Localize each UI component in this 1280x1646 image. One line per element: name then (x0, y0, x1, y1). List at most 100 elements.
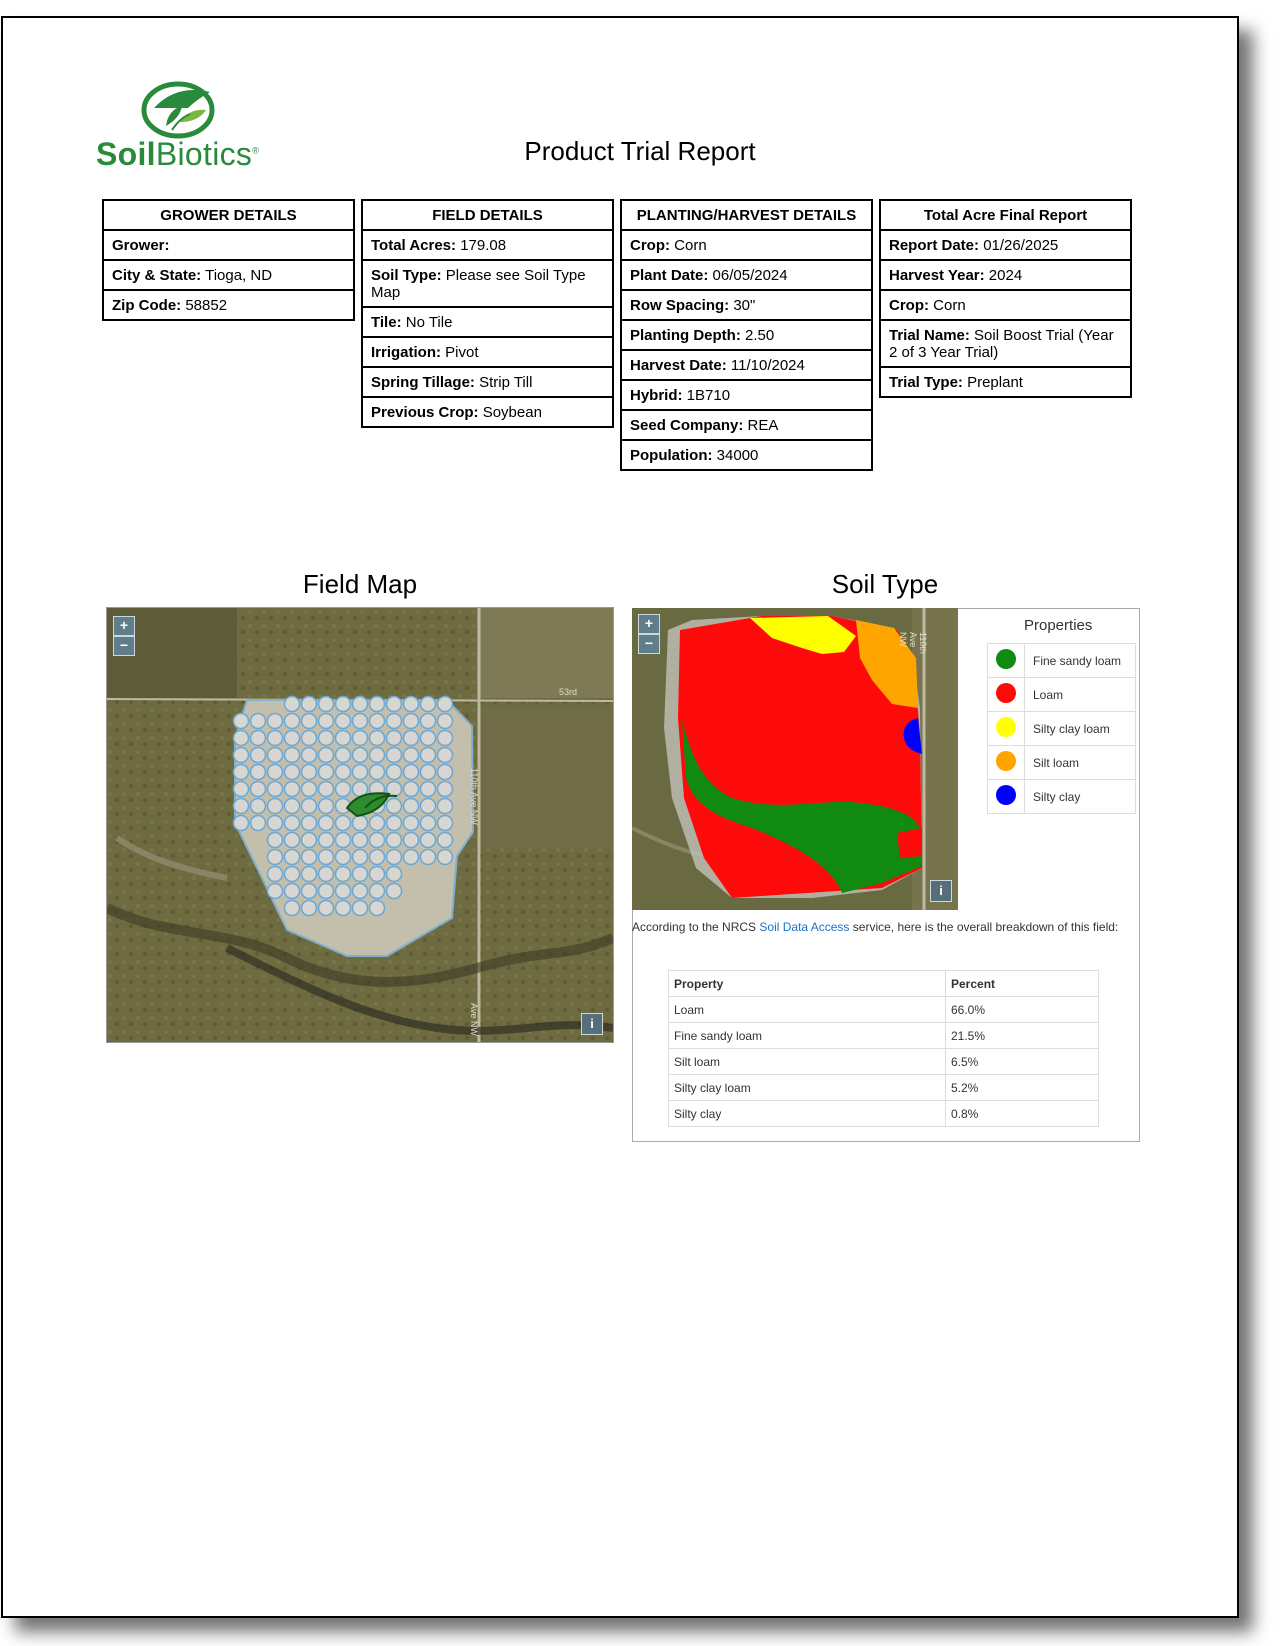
pivot-circle (419, 712, 437, 730)
pivot-circle (317, 797, 335, 815)
pivot-circle (334, 746, 352, 764)
pivot-circle (385, 763, 403, 781)
page-title: Product Trial Report (524, 136, 756, 166)
pivot-circle (402, 712, 420, 730)
pivot-circle (351, 865, 369, 883)
pivot-circle (266, 831, 284, 849)
pivot-circle (385, 797, 403, 815)
pivot-circle (368, 746, 386, 764)
pivot-circle (317, 899, 335, 917)
pivot-circle (300, 814, 318, 832)
legend-item: Silty clay (987, 779, 1136, 814)
soil-type-map[interactable]: 110th Ave NW + − i (632, 608, 958, 910)
zoom-in-button[interactable]: + (113, 616, 135, 636)
pivot-circle (334, 712, 352, 730)
pivot-circle (419, 831, 437, 849)
pivot-circle (351, 763, 369, 781)
pivot-circle (368, 882, 386, 900)
zip-code-row: Zip Code: 58852 (102, 289, 355, 321)
logo-wordmark: SoilBiotics® (96, 136, 260, 172)
pivot-circle (436, 746, 454, 764)
pivot-circle (419, 695, 437, 713)
pivot-circle (300, 695, 318, 713)
pivot-circle (317, 882, 335, 900)
pivot-circle (266, 882, 284, 900)
pivot-circle (300, 763, 318, 781)
soil-legend: Fine sandy loam Loam Silty clay loam Sil… (987, 643, 1136, 814)
pivot-circle (283, 865, 301, 883)
irrigation-row: Irrigation: Pivot (361, 336, 614, 368)
field-map[interactable]: 53rd 110th Ave NW Ave NW + − i (106, 607, 614, 1043)
field-map-imagery (107, 608, 613, 1042)
planting-depth-row: Planting Depth: 2.50 (620, 319, 873, 351)
legend-item: Silty clay loam (987, 711, 1136, 746)
planting-harvest-table: PLANTING/HARVEST DETAILS Crop: Corn Plan… (620, 199, 873, 471)
pivot-circle (368, 712, 386, 730)
pivot-circle (334, 899, 352, 917)
pivot-circle (249, 729, 267, 747)
pivot-circle (317, 695, 335, 713)
pivot-circle (368, 729, 386, 747)
harvest-date-row: Harvest Date: 11/10/2024 (620, 349, 873, 381)
legend-swatch (996, 751, 1016, 771)
pivot-circle (249, 746, 267, 764)
pivot-circle (232, 763, 250, 781)
pivot-circle (436, 763, 454, 781)
pivot-circle (402, 695, 420, 713)
pivot-circle (283, 695, 301, 713)
leaf-logo-icon (141, 81, 215, 139)
row-spacing-row: Row Spacing: 30" (620, 289, 873, 321)
info-icon[interactable]: i (581, 1013, 603, 1035)
pivot-circle (419, 780, 437, 798)
pivot-circle (419, 729, 437, 747)
pivot-circle (317, 729, 335, 747)
pivot-circle (317, 831, 335, 849)
pivot-circle (300, 848, 318, 866)
pivot-circle (402, 814, 420, 832)
pivot-circle (402, 848, 420, 866)
pivot-circle (232, 746, 250, 764)
zoom-out-button[interactable]: − (113, 636, 135, 656)
pivot-circle (402, 797, 420, 815)
pivot-circle (300, 729, 318, 747)
pivot-circle (300, 831, 318, 849)
pivot-circle (317, 814, 335, 832)
pivot-circle (368, 763, 386, 781)
legend-swatch (996, 717, 1016, 737)
legend-swatch (996, 649, 1016, 669)
soil-info-icon[interactable]: i (930, 880, 952, 902)
plant-date-row: Plant Date: 06/05/2024 (620, 259, 873, 291)
pivot-circle (419, 814, 437, 832)
pivot-circle (266, 763, 284, 781)
pivot-circle (436, 729, 454, 747)
pivot-circle (266, 865, 284, 883)
pivot-circle (317, 865, 335, 883)
road-label-110th: 110th Ave NW (469, 768, 479, 825)
pivot-circle (368, 848, 386, 866)
grower-header: GROWER DETAILS (102, 199, 355, 231)
pivot-circle (232, 814, 250, 832)
trial-type-row: Trial Type: Preplant (879, 366, 1132, 398)
soil-data-access-link[interactable]: Soil Data Access (759, 920, 849, 934)
population-row: Population: 34000 (620, 439, 873, 471)
harvest-year-row: Harvest Year: 2024 (879, 259, 1132, 291)
table-row: Fine sandy loam 21.5% (668, 1022, 1099, 1049)
pivot-circle (232, 712, 250, 730)
pivot-circle (368, 695, 386, 713)
soil-zoom-out-button[interactable]: − (638, 634, 660, 654)
pivot-circle (232, 780, 250, 798)
soil-zoom-in-button[interactable]: + (638, 614, 660, 634)
pivot-circle (351, 729, 369, 747)
pivot-circle (351, 712, 369, 730)
field-header: FIELD DETAILS (361, 199, 614, 231)
pivot-circle (300, 865, 318, 883)
final-report-table: Total Acre Final Report Report Date: 01/… (879, 199, 1132, 398)
crop-row: Crop: Corn (620, 229, 873, 261)
pivot-circle (317, 712, 335, 730)
pivot-circle (436, 780, 454, 798)
pivot-circle (436, 814, 454, 832)
table-row: Silt loam 6.5% (668, 1048, 1099, 1075)
pivot-circle (249, 780, 267, 798)
pivot-circle (266, 797, 284, 815)
pivot-circle (334, 848, 352, 866)
